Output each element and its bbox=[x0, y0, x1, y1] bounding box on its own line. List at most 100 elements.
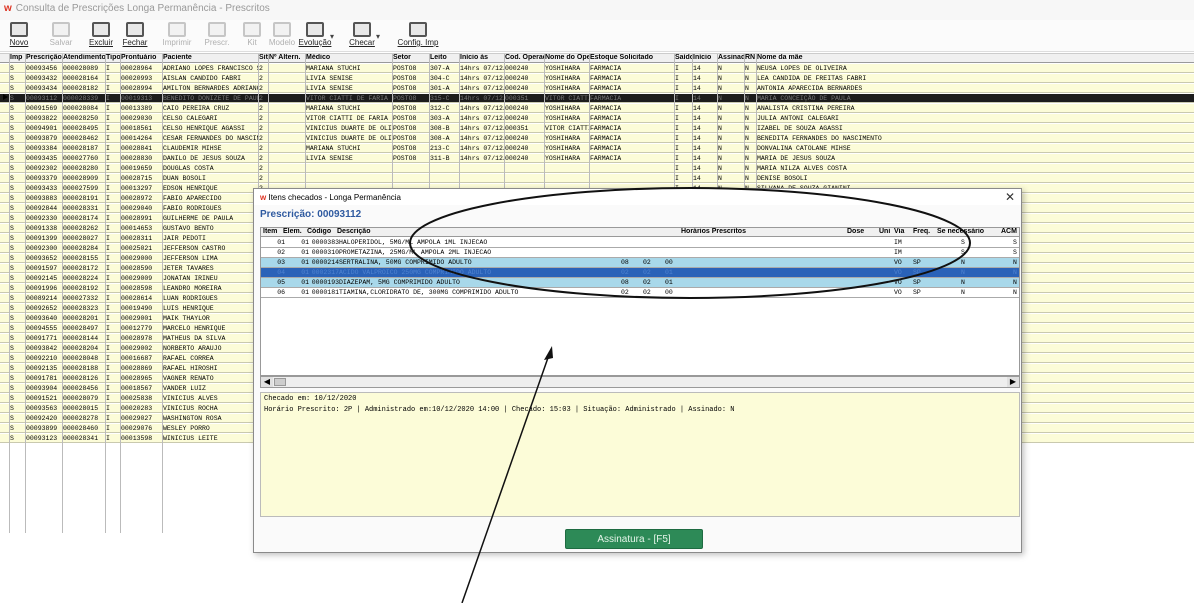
checked-col-header[interactable]: Elem. bbox=[283, 228, 307, 235]
table-cell: 14hrs 07/12/20 bbox=[460, 65, 505, 72]
table-row[interactable]: S 00092302 000028280 I 00019659 DOUGLAS COSTA… bbox=[0, 164, 1194, 173]
table-cell: 00028311 bbox=[121, 235, 153, 242]
checked-items-grid[interactable]: Item Elem. Código Descrição Horários Prescri… bbox=[260, 227, 1020, 376]
grid-col-header[interactable]: Nº Altern. bbox=[269, 54, 306, 61]
table-cell: S bbox=[10, 115, 14, 122]
scroll-left-icon[interactable]: ◀ bbox=[261, 377, 273, 387]
table-cell: 000028341 bbox=[63, 435, 99, 442]
checked-col-header[interactable]: Dose bbox=[847, 228, 877, 235]
checked-col-header[interactable]: Item bbox=[263, 228, 283, 235]
prescribed-time: 02 bbox=[643, 289, 651, 296]
table-cell: POSTO8 bbox=[393, 105, 417, 112]
table-cell: FARMACIA bbox=[590, 105, 622, 112]
table-cell: 00091521 bbox=[26, 395, 58, 402]
grid-col-header[interactable]: Saído bbox=[675, 54, 693, 61]
checked-col-header[interactable]: Código bbox=[307, 228, 337, 235]
close-icon[interactable]: ✕ bbox=[1005, 190, 1015, 204]
grid-col-header[interactable]: Cod. Operador bbox=[505, 54, 545, 61]
table-cell: FARMACIA bbox=[590, 115, 622, 122]
table-row[interactable]: S 00093456 000028089 I 00028964 ADRIANO LOPES… bbox=[0, 64, 1194, 73]
checked-item-row[interactable]: 01 01 0000383 HALOPERIDOL, 5MG/ML AMPOLA 1M… bbox=[261, 238, 1019, 248]
table-cell: 000028015 bbox=[63, 405, 99, 412]
checked-item-row[interactable]: 02 01 0000310 PROMETAZINA, 25MG/ML AMPOLA 2… bbox=[261, 248, 1019, 258]
horizontal-scrollbar[interactable]: ◀ ▶ bbox=[260, 376, 1020, 388]
checked-col-header[interactable]: ACM bbox=[1001, 228, 1019, 235]
grid-col-header[interactable]: Setor bbox=[393, 54, 430, 61]
scroll-right-icon[interactable]: ▶ bbox=[1007, 377, 1019, 387]
table-row[interactable]: S 00094901 000028495 I 00018561 CELSO HENRIQU… bbox=[0, 124, 1194, 133]
grid-col-header[interactable]: Nome da mãe bbox=[757, 54, 1194, 61]
table-cell: 000240 bbox=[505, 155, 529, 162]
toolbar-config-button[interactable]: Config. Imp bbox=[395, 22, 441, 52]
prescribed-time: 02 bbox=[643, 269, 651, 276]
prescription-heading: Prescrição: 00093112 bbox=[260, 209, 361, 220]
table-row[interactable]: S 00093822 000028250 I 00029030 CELSO CALEGAR… bbox=[0, 114, 1194, 123]
checked-item-row[interactable]: 06 01 0000181 TIAMINA,CLORIDRATO DE, 300MG … bbox=[261, 288, 1019, 298]
grid-col-header[interactable]: Leito bbox=[430, 54, 460, 61]
grid-col-header[interactable]: Prescrição bbox=[26, 54, 63, 61]
grid-col-header[interactable]: Tipo bbox=[106, 54, 121, 61]
toolbar-novo-button[interactable]: Novo bbox=[2, 22, 36, 52]
checked-col-header[interactable]: Descrição bbox=[337, 228, 547, 235]
prescribed-time: 01 bbox=[665, 279, 673, 286]
printer-settings-icon bbox=[409, 22, 427, 37]
table-cell: 00092330 bbox=[26, 215, 58, 222]
table-cell: 00028590 bbox=[121, 265, 153, 272]
grid-col-header[interactable]: Atendimento bbox=[63, 54, 106, 61]
grid-col-header[interactable]: Médico bbox=[306, 54, 393, 61]
checked-col-header[interactable]: Uni bbox=[879, 228, 894, 235]
checked-item-acm: S bbox=[1013, 239, 1017, 246]
checked-col-header[interactable]: Freq. bbox=[913, 228, 937, 235]
table-cell: S bbox=[10, 105, 14, 112]
grid-col-header[interactable]: Assinada bbox=[718, 54, 745, 61]
table-cell: 14 bbox=[693, 115, 701, 122]
chevron-down-icon[interactable]: ▾ bbox=[330, 32, 334, 41]
table-cell: VITOR CIATTI bbox=[545, 95, 590, 102]
table-cell: 00012779 bbox=[121, 325, 153, 332]
table-row[interactable]: S 00091569 000028084 I 00013389 CAIO PEREIRA … bbox=[0, 104, 1194, 113]
checked-col-header[interactable]: Via bbox=[894, 228, 913, 235]
chevron-down-icon[interactable]: ▾ bbox=[376, 32, 380, 41]
table-cell: N bbox=[718, 155, 722, 162]
table-row[interactable]: S 00093432 000028164 I 00020993 AISLAN CANDID… bbox=[0, 74, 1194, 83]
table-row[interactable]: S 00093879 000028462 I 00014264 CESAR FERNAND… bbox=[0, 134, 1194, 143]
table-cell: 000028187 bbox=[63, 145, 99, 152]
table-cell: S bbox=[10, 395, 14, 402]
table-cell: S bbox=[10, 265, 14, 272]
checked-item-row[interactable]: 04 01 0002317 ACIDO VALPROICO 250MG COMPRIM… bbox=[261, 268, 1019, 278]
checked-item-item: 02 bbox=[277, 249, 285, 256]
checked-item-descricao: DIAZEPAM, 5MG COMPRIMIDO ADULTO bbox=[339, 279, 460, 286]
table-cell: YOSHIHARA bbox=[545, 85, 581, 92]
grid-col-header[interactable]: Nome do Operador bbox=[545, 54, 590, 61]
checked-item-row[interactable]: 03 01 0000214 SERTRALINA, 50MG COMPRIMIDO A… bbox=[261, 258, 1019, 268]
table-cell: 00013598 bbox=[121, 435, 153, 442]
table-cell: I bbox=[106, 205, 110, 212]
table-cell: POSTO8 bbox=[393, 65, 417, 72]
checked-item-via: VO bbox=[894, 289, 902, 296]
grid-col-header[interactable]: Imp bbox=[10, 54, 26, 61]
table-row[interactable]: S 00093434 000028182 I 00028994 AMILTON BERNA… bbox=[0, 84, 1194, 93]
table-row[interactable]: S 00093435 000027760 I 00028830 DANILO DE JES… bbox=[0, 154, 1194, 163]
table-cell: S bbox=[10, 325, 14, 332]
table-row[interactable]: S 00093379 000028909 I 00028715 DUAN BOSOLI 2 I… bbox=[0, 174, 1194, 183]
grid-col-header[interactable]: Paciente bbox=[163, 54, 259, 61]
checked-col-header[interactable]: Se necessário bbox=[937, 228, 997, 235]
table-cell: 000351 bbox=[505, 125, 529, 132]
table-cell: RAFAEL CORREA bbox=[163, 355, 214, 362]
signature-button[interactable]: Assinatura - [F5] bbox=[565, 529, 703, 549]
toolbar-fechar-button[interactable]: Fechar bbox=[118, 22, 152, 52]
table-cell: 307-A bbox=[430, 65, 450, 72]
prescribed-time: 02 bbox=[643, 259, 651, 266]
table-row[interactable]: S 00093384 000028187 I 00028841 CLAUDEMIR MIH… bbox=[0, 144, 1194, 153]
grid-col-header[interactable]: Prontuário bbox=[121, 54, 163, 61]
table-row[interactable]: S 00093112 000028339 I 00019313 BENEDITO DONI… bbox=[0, 94, 1194, 103]
grid-col-header[interactable]: Estoque Solicitado bbox=[590, 54, 675, 61]
toolbar-excluir-button[interactable]: Excluir bbox=[84, 22, 118, 52]
pen-icon bbox=[306, 22, 324, 37]
grid-col-header[interactable]: Início às bbox=[460, 54, 505, 61]
scroll-thumb[interactable] bbox=[274, 378, 286, 386]
toolbar-checar-button[interactable]: Checar bbox=[345, 22, 379, 52]
checked-item-row[interactable]: 05 01 0000193 DIAZEPAM, 5MG COMPRIMIDO ADUL… bbox=[261, 278, 1019, 288]
grid-col-header[interactable]: Início bbox=[693, 54, 718, 61]
table-cell: 00025838 bbox=[121, 395, 153, 402]
